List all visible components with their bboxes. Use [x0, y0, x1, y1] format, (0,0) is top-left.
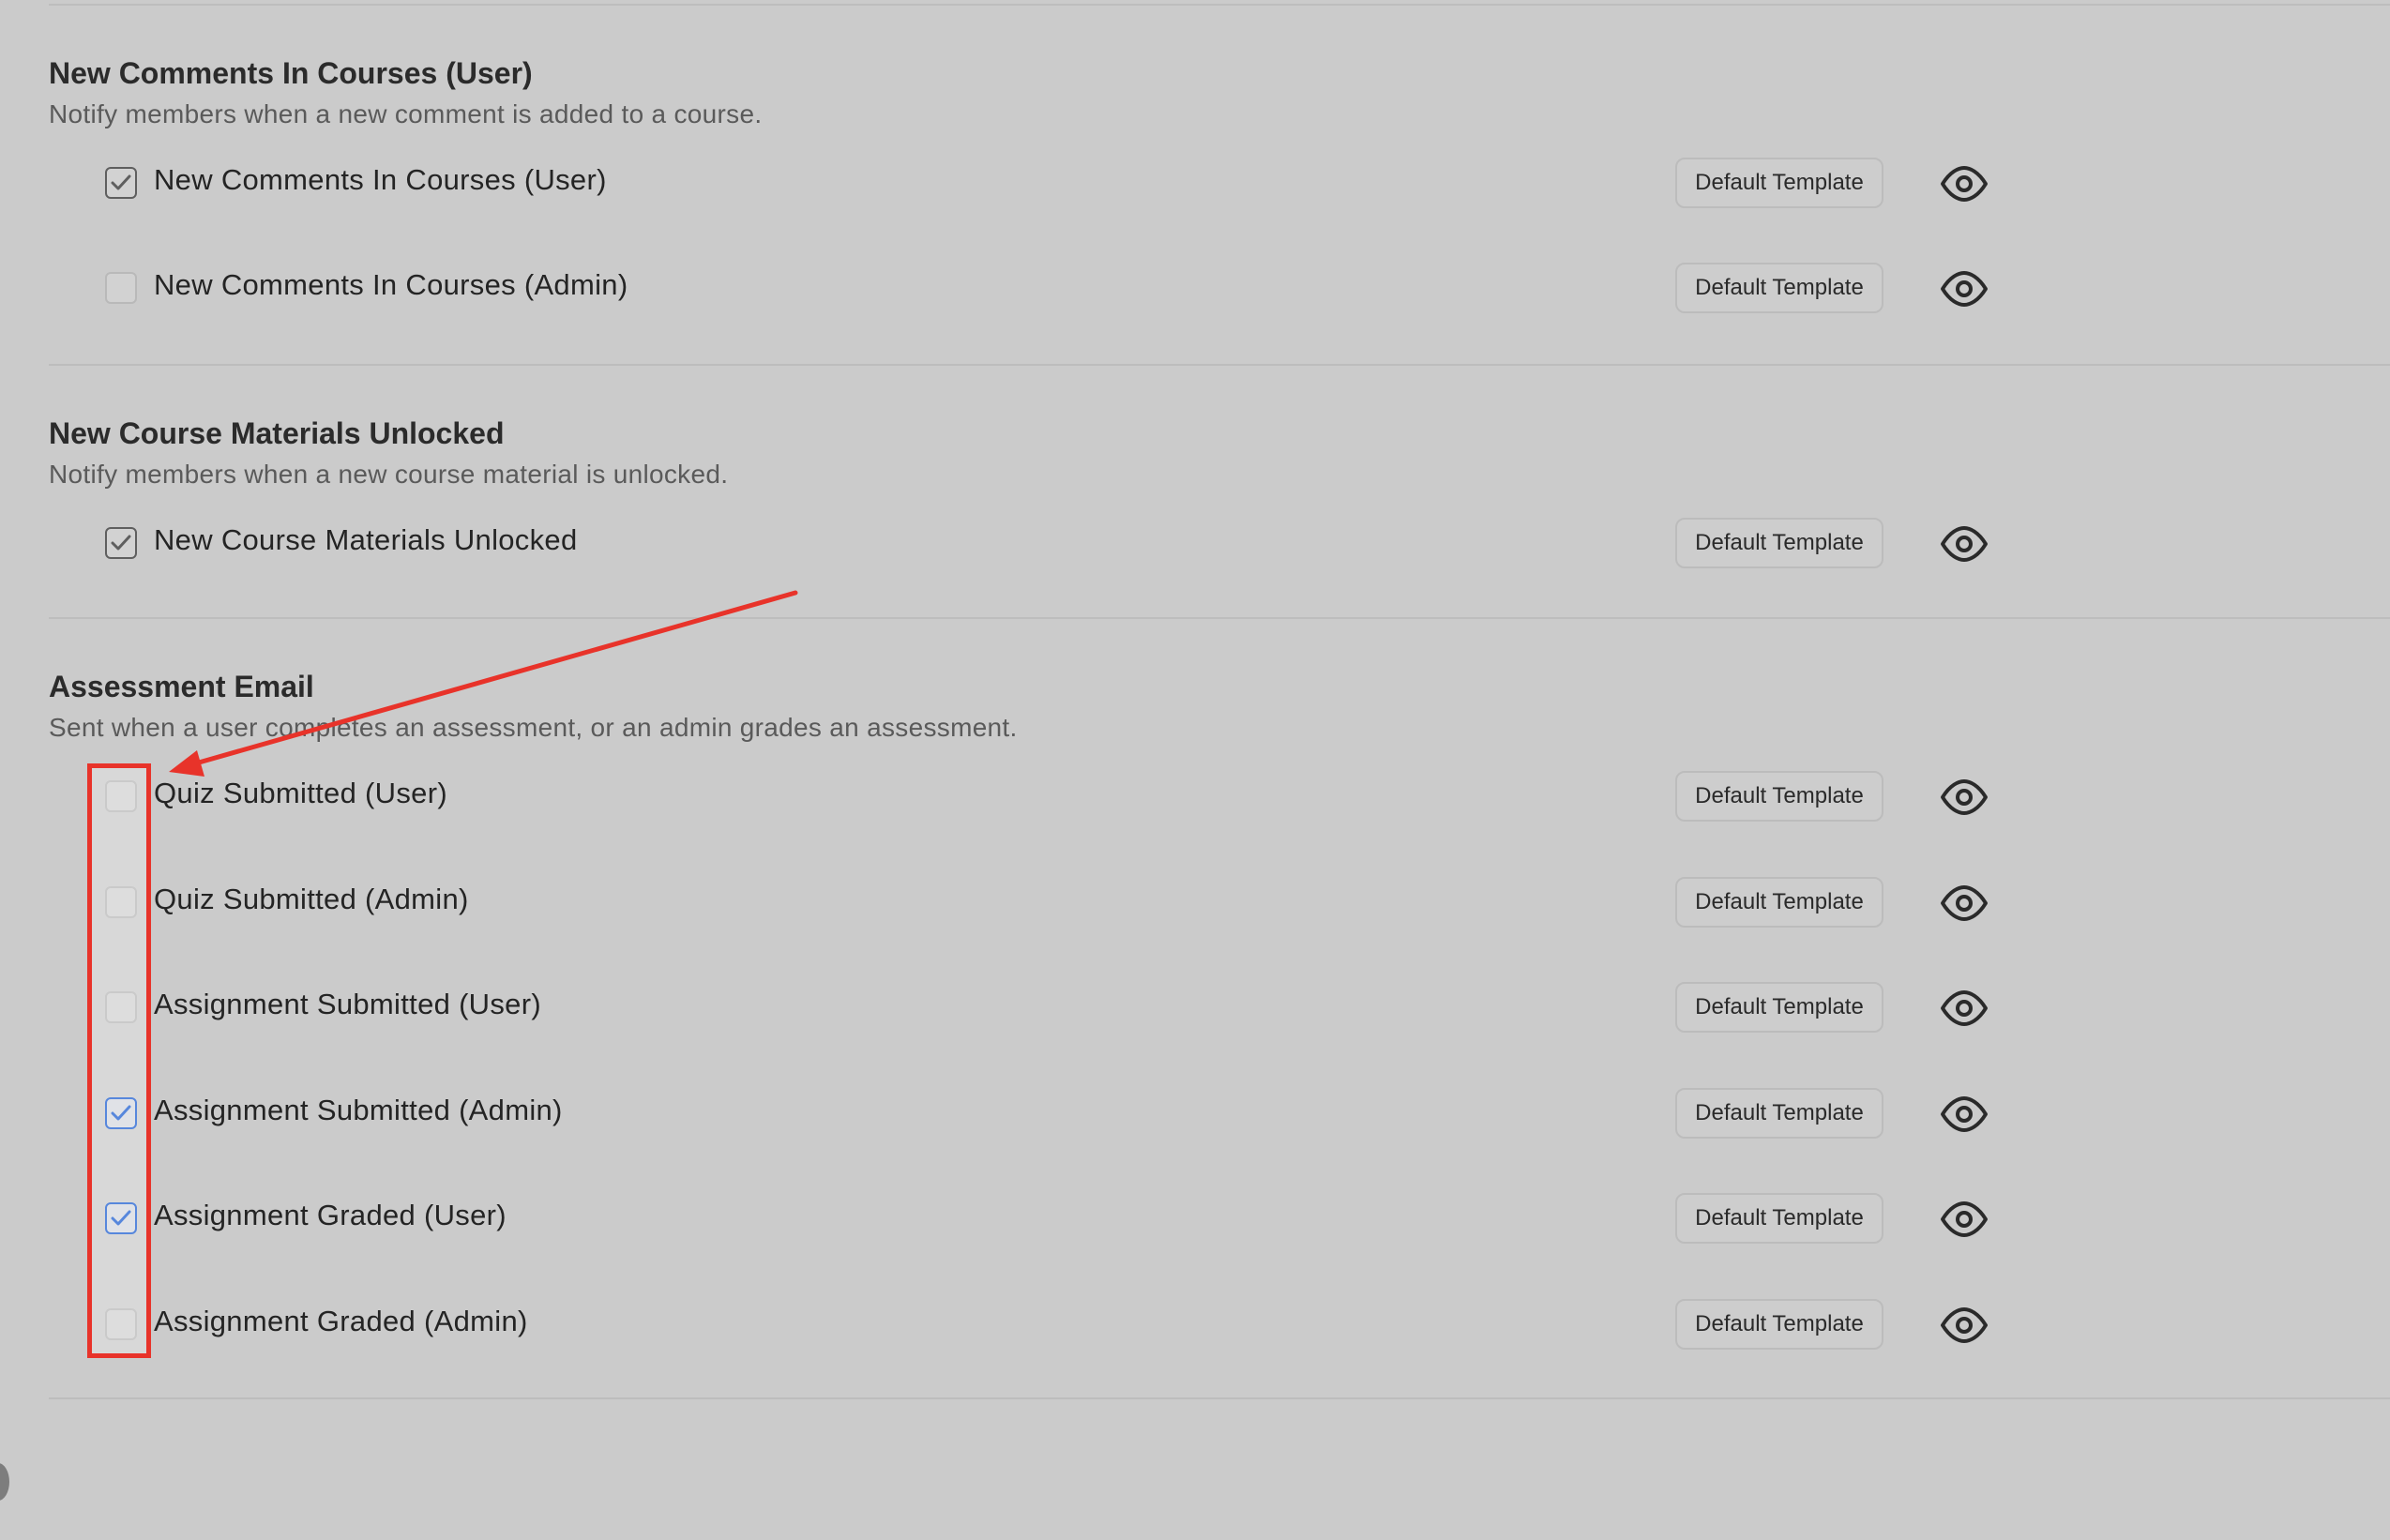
section-description: Sent when a user completes an assessment…	[49, 713, 1018, 742]
notification-checkbox[interactable]	[105, 272, 137, 304]
check-icon	[111, 535, 131, 551]
section-title: New Comments In Courses (User)	[49, 56, 533, 90]
eye-icon[interactable]	[1940, 1200, 1989, 1238]
notification-row: Assignment Submitted (Admin) Default Tem…	[49, 1088, 2112, 1140]
notification-label: Assignment Graded (User)	[154, 1199, 507, 1231]
default-template-button[interactable]: Default Template	[1675, 877, 1883, 928]
section-description: Notify members when a new comment is add…	[49, 99, 763, 128]
top-divider	[49, 4, 2390, 6]
eye-icon[interactable]	[1940, 165, 1989, 203]
eye-icon[interactable]	[1940, 884, 1989, 922]
notification-row: Quiz Submitted (User) Default Template	[49, 771, 2112, 823]
eye-icon[interactable]	[1940, 1095, 1989, 1133]
notification-row: Assignment Graded (User) Default Templat…	[49, 1193, 2112, 1246]
eye-icon[interactable]	[1940, 270, 1989, 308]
scroll-indicator	[0, 1463, 9, 1501]
section-divider	[49, 1397, 2390, 1399]
default-template-button[interactable]: Default Template	[1675, 1193, 1883, 1244]
section-title: New Course Materials Unlocked	[49, 416, 505, 450]
notification-label: Assignment Submitted (User)	[154, 988, 541, 1020]
notification-label: New Course Materials Unlocked	[154, 523, 578, 556]
notification-label: Quiz Submitted (Admin)	[154, 883, 469, 915]
section-course-materials: New Course Materials Unlocked Notify mem…	[49, 413, 2300, 619]
notification-row: Assignment Submitted (User) Default Temp…	[49, 982, 2112, 1034]
default-template-button[interactable]: Default Template	[1675, 771, 1883, 822]
section-divider	[49, 617, 2390, 619]
eye-icon[interactable]	[1940, 1306, 1989, 1344]
notification-row: New Course Materials Unlocked Default Te…	[49, 518, 2112, 570]
default-template-button[interactable]: Default Template	[1675, 158, 1883, 208]
section-divider	[49, 364, 2390, 366]
section-new-comments: New Comments In Courses (User) Notify me…	[49, 53, 2300, 362]
eye-icon[interactable]	[1940, 778, 1989, 816]
notification-label: Quiz Submitted (User)	[154, 777, 447, 809]
notification-label: New Comments In Courses (Admin)	[154, 268, 628, 301]
annotation-highlight-box	[87, 763, 151, 1358]
section-assessment-email: Assessment Email Sent when a user comple…	[49, 666, 2300, 1397]
notification-checkbox[interactable]	[105, 527, 137, 559]
notification-row: Assignment Graded (Admin) Default Templa…	[49, 1299, 2112, 1351]
default-template-button[interactable]: Default Template	[1675, 518, 1883, 568]
notification-label: Assignment Graded (Admin)	[154, 1305, 528, 1337]
notification-row: New Comments In Courses (Admin) Default …	[49, 263, 2112, 315]
check-icon	[111, 174, 131, 190]
default-template-button[interactable]: Default Template	[1675, 1299, 1883, 1350]
default-template-button[interactable]: Default Template	[1675, 982, 1883, 1033]
notification-label: New Comments In Courses (User)	[154, 163, 607, 196]
notification-label: Assignment Submitted (Admin)	[154, 1094, 563, 1126]
eye-icon[interactable]	[1940, 989, 1989, 1027]
notification-settings-page: New Comments In Courses (User) Notify me…	[0, 0, 2390, 1540]
notification-row: Quiz Submitted (Admin) Default Template	[49, 877, 2112, 929]
default-template-button[interactable]: Default Template	[1675, 263, 1883, 313]
section-title: Assessment Email	[49, 670, 314, 703]
notification-row: New Comments In Courses (User) Default T…	[49, 158, 2112, 210]
default-template-button[interactable]: Default Template	[1675, 1088, 1883, 1139]
eye-icon[interactable]	[1940, 525, 1989, 563]
notification-checkbox[interactable]	[105, 167, 137, 199]
section-description: Notify members when a new course materia…	[49, 460, 729, 489]
